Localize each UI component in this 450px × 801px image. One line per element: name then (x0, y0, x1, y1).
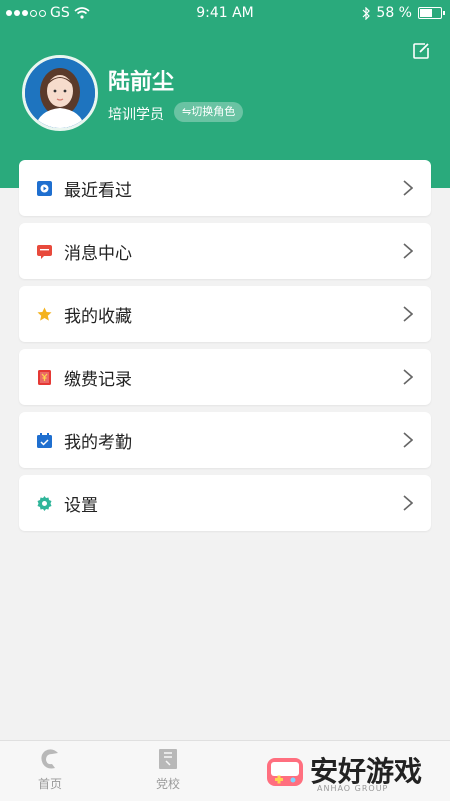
tab-school[interactable]: 党校 (138, 747, 198, 792)
chevron-right-icon (403, 180, 413, 196)
profile-menu: 最近看过 消息中心 我的收藏 缴费记录 我的考勤 设置 (19, 160, 431, 538)
recent-play-icon (37, 180, 52, 196)
menu-item-label: 设置 (64, 495, 98, 516)
tab-label: 首页 (37, 777, 62, 791)
user-name: 陆前尘 (108, 70, 175, 95)
menu-item-label: 消息中心 (64, 243, 132, 264)
chevron-right-icon (403, 495, 413, 511)
home-icon (41, 749, 58, 769)
edit-icon[interactable] (412, 42, 430, 60)
menu-item-messages[interactable]: 消息中心 (19, 223, 431, 279)
menu-item-label: 最近看过 (64, 180, 132, 201)
chevron-right-icon (403, 369, 413, 385)
tab-label: 党校 (155, 777, 180, 791)
school-icon (159, 749, 177, 769)
switch-role-button[interactable]: ⇋切换角色 (174, 102, 244, 122)
gamepad-logo-icon (267, 758, 303, 786)
tab-home[interactable]: 首页 (20, 747, 80, 792)
menu-item-favorites[interactable]: 我的收藏 (19, 286, 431, 342)
menu-item-recent[interactable]: 最近看过 (19, 160, 431, 216)
battery-percent: 58 % (376, 5, 412, 21)
star-icon (37, 307, 52, 321)
receipt-icon (38, 369, 51, 385)
menu-item-attendance[interactable]: 我的考勤 (19, 412, 431, 468)
avatar-photo (25, 58, 95, 128)
menu-item-settings[interactable]: 设置 (19, 475, 431, 531)
menu-item-payments[interactable]: 缴费记录 (19, 349, 431, 405)
status-bar: GS 9:41 AM 58 % (0, 0, 450, 26)
status-right: 58 % (362, 5, 445, 21)
message-icon (37, 244, 52, 259)
chevron-right-icon (403, 432, 413, 448)
bluetooth-icon (362, 6, 371, 20)
watermark: 安好游戏 ANHAO GROUP (265, 748, 445, 798)
menu-item-label: 我的收藏 (64, 306, 132, 327)
battery-level (420, 9, 432, 17)
watermark-subtext: ANHAO GROUP (317, 784, 389, 793)
gear-icon (37, 495, 52, 511)
chevron-right-icon (403, 243, 413, 259)
user-role: 培训学员 (108, 107, 164, 123)
avatar[interactable] (22, 55, 98, 131)
battery-icon (418, 7, 445, 19)
calendar-icon (37, 432, 52, 448)
menu-item-label: 我的考勤 (64, 432, 132, 453)
menu-item-label: 缴费记录 (64, 369, 132, 390)
chevron-right-icon (403, 306, 413, 322)
